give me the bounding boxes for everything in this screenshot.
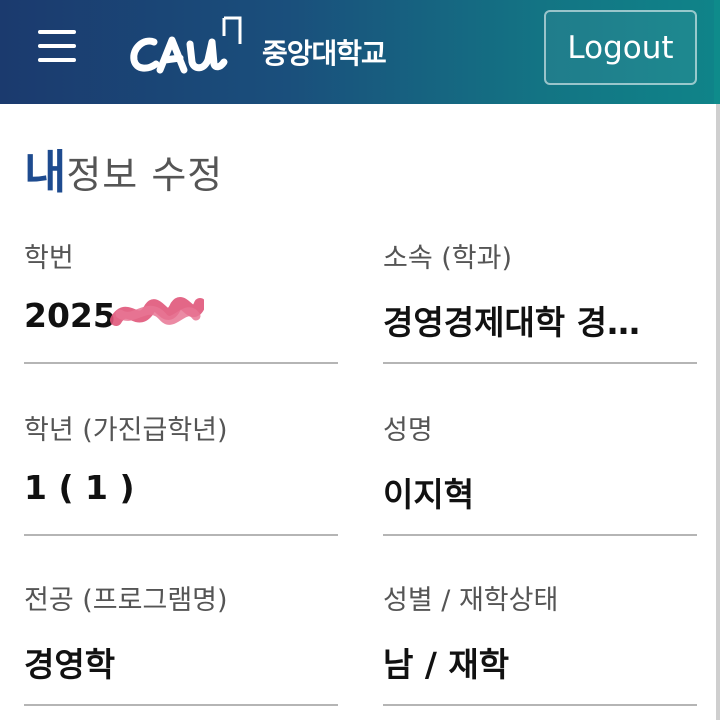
field-value: 남 / 재학	[383, 645, 510, 684]
field-divider	[24, 362, 338, 364]
field-label: 성명	[383, 415, 433, 446]
page-title: 내정보 수정	[24, 136, 223, 202]
field-divider	[383, 362, 697, 364]
name-field: 성명 이지혁	[383, 408, 697, 538]
field-label: 소속 (학과)	[383, 243, 513, 274]
department-field: 소속 (학과) 경영경제대학 경…	[383, 236, 697, 366]
field-divider	[24, 534, 338, 536]
field-label: 성별 / 재학상태	[383, 585, 559, 616]
field-divider	[383, 704, 697, 706]
field-value: 경영학	[24, 645, 116, 684]
app-header: 중앙대학교 Logout	[0, 0, 720, 104]
header-edge	[714, 0, 720, 104]
menu-bar	[38, 44, 76, 48]
field-divider	[24, 704, 338, 706]
logo-text: 중앙대학교	[262, 37, 387, 70]
page-title-accent: 내	[24, 145, 67, 199]
menu-bar	[38, 30, 76, 34]
field-value: 경영경제대학 경…	[383, 303, 641, 342]
hamburger-menu-icon[interactable]	[38, 30, 76, 62]
field-value: 이지혁	[383, 475, 475, 514]
scrollbar-track[interactable]	[716, 104, 720, 720]
field-label: 전공 (프로그램명)	[24, 585, 228, 616]
grade-field: 학년 (가진급학년) 1 ( 1 )	[24, 408, 338, 538]
field-label: 학번	[24, 243, 74, 274]
field-label: 학년 (가진급학년)	[24, 415, 228, 446]
page-title-rest: 정보 수정	[66, 153, 224, 197]
field-value: 1 ( 1 )	[24, 468, 135, 507]
logout-button[interactable]: Logout	[544, 10, 697, 85]
cau-logo-icon	[130, 16, 242, 74]
field-divider	[383, 534, 697, 536]
redaction-scribble-icon	[110, 297, 204, 326]
gender-status-field: 성별 / 재학상태 남 / 재학	[383, 578, 697, 710]
major-field: 전공 (프로그램명) 경영학	[24, 578, 338, 710]
university-logo[interactable]: 중앙대학교	[126, 14, 406, 84]
menu-bar	[38, 58, 76, 62]
